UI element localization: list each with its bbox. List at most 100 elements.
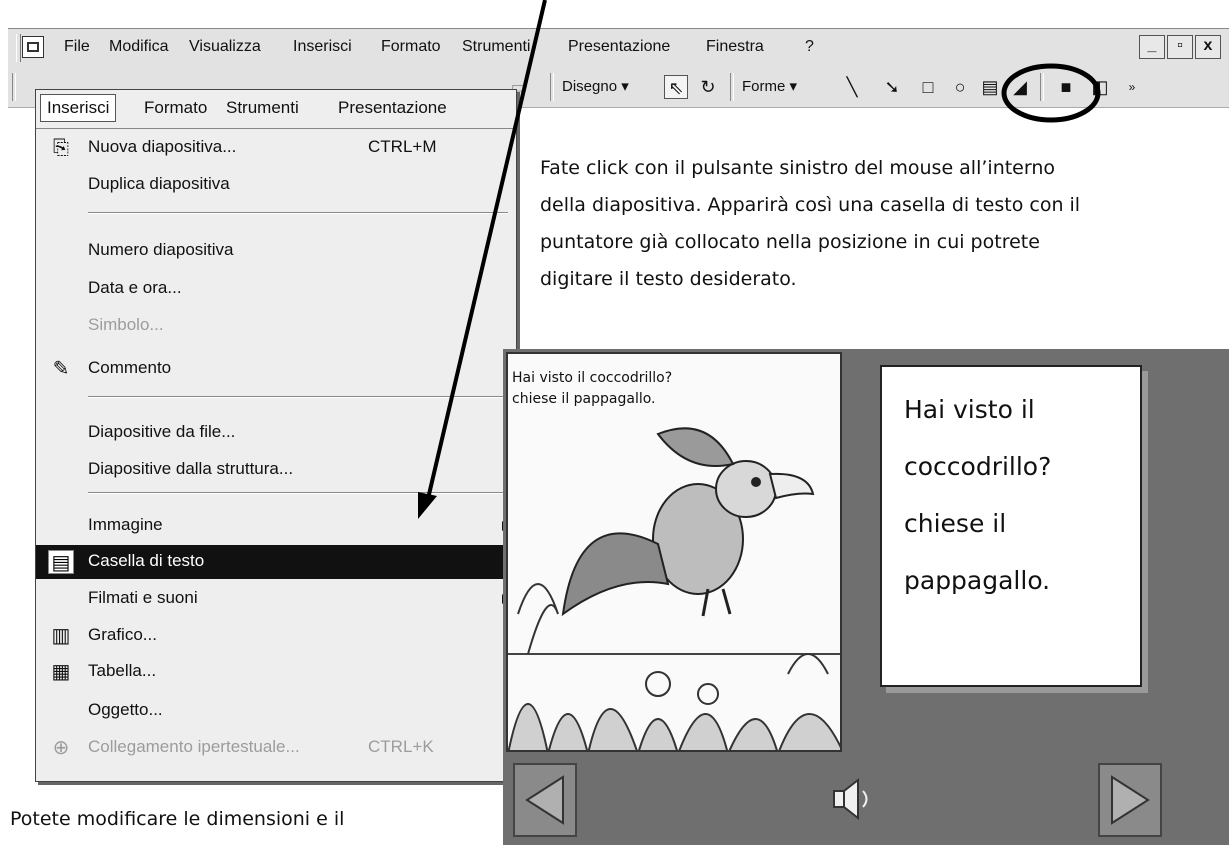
menu-bar-grip <box>16 34 21 62</box>
menu-item-tabella[interactable]: ▦ Tabella... <box>36 655 516 689</box>
right-arrow-icon <box>1111 775 1150 825</box>
instruction-line: puntatore già collocato nella posizione … <box>540 231 1040 253</box>
menu-item-label: Casella di testo <box>88 551 205 570</box>
text-box-line: coccodrillo? <box>904 452 1052 481</box>
menu-item-numero-diapositiva[interactable]: Numero diapositiva <box>36 234 516 268</box>
menu-item-nuova-diapositiva[interactable]: ⎘ Nuova diapositiva... CTRL+M <box>36 131 516 165</box>
document-icon[interactable] <box>22 36 44 58</box>
menu-divider <box>88 396 508 398</box>
menu-divider <box>88 492 508 494</box>
instruction-line: digitare il testo desiderato. <box>540 268 797 290</box>
menu-bar: File Modifica Visualizza Inserisci Forma… <box>8 28 1229 68</box>
draw-menu-button[interactable]: Disegno ▾ <box>562 77 629 95</box>
menu-item-casella-di-testo[interactable]: ▤ Casella di testo <box>36 545 516 579</box>
text-box-icon[interactable]: ▤ <box>978 75 1002 99</box>
comment-icon: ✎ <box>52 358 70 380</box>
rotate-icon[interactable]: ↻ <box>696 75 720 99</box>
menu-item-label: Grafico... <box>88 625 157 644</box>
slide-text-box[interactable]: Hai visto il coccodrillo? chiese il papp… <box>880 365 1142 687</box>
menu-item-immagine[interactable]: Immagine <box>36 509 516 543</box>
insert-menu-dropdown: Inserisci Formato Strumenti Presentazion… <box>35 89 517 782</box>
menu-item-label: Tabella... <box>88 661 157 680</box>
menu-inserisci[interactable]: Inserisci <box>293 38 352 56</box>
text-box-line: pappagallo. <box>904 566 1051 595</box>
restore-button[interactable]: ▫ <box>1167 35 1193 59</box>
chart-icon: ▥ <box>51 625 71 647</box>
menu-item-grafico[interactable]: ▥ Grafico... <box>36 619 516 653</box>
select-pointer-icon[interactable]: ⇖ <box>664 75 688 99</box>
menu-item-diapositive-struttura[interactable]: Diapositive dalla struttura... <box>36 453 516 487</box>
menu-divider <box>88 212 508 214</box>
menu-item-collegamento: ⊕ Collegamento ipertestuale... CTRL+K <box>36 731 516 765</box>
menu-item-filmati-suoni[interactable]: Filmati e suoni <box>36 582 516 616</box>
menu-finestra[interactable]: Finestra <box>706 38 764 56</box>
menu-item-label: Simbolo... <box>88 315 164 334</box>
menu-item-label: Diapositive dalla struttura... <box>88 459 294 478</box>
menu-item-label: Numero diapositiva <box>88 240 234 259</box>
menu-visualizza[interactable]: Visualizza <box>189 38 261 56</box>
dropdown-header: Inserisci Formato Strumenti Presentazion… <box>36 90 516 129</box>
menu-item-commento[interactable]: ✎ Commento <box>36 352 516 386</box>
minimize-button[interactable]: _ <box>1139 35 1165 59</box>
parrot-illustration <box>508 427 840 750</box>
menu-item-label: Nuova diapositiva... <box>88 137 237 156</box>
shadow-icon[interactable]: ■ <box>1054 75 1078 99</box>
menu-help[interactable]: ? <box>805 38 814 56</box>
menu-item-label: Oggetto... <box>88 700 163 719</box>
oval-icon[interactable]: ○ <box>948 75 972 99</box>
toolbar-grip <box>12 73 16 101</box>
menu-item-label: Filmati e suoni <box>88 588 198 607</box>
next-slide-button[interactable] <box>1098 763 1162 837</box>
menu-item-duplica-diapositiva[interactable]: Duplica diapositiva <box>36 168 516 202</box>
text-box-icon: ▤ <box>48 550 74 574</box>
menu-item-label: Commento <box>88 358 172 377</box>
text-box-line: chiese il <box>904 509 1007 538</box>
wordart-icon[interactable]: ◢ <box>1008 75 1032 99</box>
menu-inserisci-active[interactable]: Inserisci <box>40 94 117 122</box>
menu-item-shortcut: CTRL+K <box>368 737 434 756</box>
previous-slide-button[interactable] <box>513 763 577 837</box>
slide-illustration: Hai visto il coccodrillo? chiese il papp… <box>506 352 842 752</box>
hyperlink-icon: ⊕ <box>52 737 70 759</box>
3d-icon[interactable]: ◧ <box>1088 75 1112 99</box>
menu-item-diapositive-da-file[interactable]: Diapositive da file... <box>36 416 516 450</box>
slide-preview[interactable]: Hai visto il coccodrillo? chiese il papp… <box>503 349 1229 845</box>
toolbar-separator <box>1040 73 1044 101</box>
instruction-text: Fate click con il pulsante sinistro del … <box>540 150 1229 298</box>
bottom-instruction-text: Potete modificare le dimensioni e il <box>10 808 345 830</box>
menu-item-data-ora[interactable]: Data e ora... <box>36 272 516 306</box>
text-box-content: Hai visto il coccodrillo? chiese il papp… <box>904 381 1051 609</box>
close-button[interactable]: x <box>1195 35 1221 59</box>
window-controls: _ ▫ x <box>1139 35 1221 59</box>
left-arrow-icon <box>525 775 564 825</box>
menu-item-simbolo: Simbolo... <box>36 309 516 343</box>
menu-item-label: Diapositive da file... <box>88 422 236 441</box>
text-box-line: Hai visto il <box>904 395 1035 424</box>
speaker-icon[interactable] <box>828 774 876 824</box>
menu-presentazione[interactable]: Presentazione <box>338 98 447 118</box>
autoshapes-menu-button[interactable]: Forme ▾ <box>742 77 797 95</box>
menu-item-label: Data e ora... <box>88 278 182 297</box>
line-icon[interactable]: ╲ <box>840 75 864 99</box>
toolbar-separator <box>550 73 554 101</box>
toolbar-separator <box>730 73 734 101</box>
table-icon: ▦ <box>51 661 71 683</box>
menu-item-label: Collegamento ipertestuale... <box>88 737 300 756</box>
menu-formato[interactable]: Formato <box>381 38 441 56</box>
menu-item-oggetto[interactable]: Oggetto... <box>36 694 516 728</box>
instruction-line: Fate click con il pulsante sinistro del … <box>540 157 1056 179</box>
new-slide-icon: ⎘ <box>53 137 69 159</box>
menu-strumenti[interactable]: Strumenti <box>462 38 530 56</box>
menu-strumenti[interactable]: Strumenti <box>226 98 299 118</box>
menu-item-label: Duplica diapositiva <box>88 174 230 193</box>
menu-modifica[interactable]: Modifica <box>109 38 169 56</box>
menu-presentazione[interactable]: Presentazione <box>568 38 670 56</box>
arrow-tool-icon[interactable]: ➘ <box>880 75 904 99</box>
menu-file[interactable]: File <box>64 38 90 56</box>
toolbar-overflow-icon[interactable]: » <box>1120 75 1144 99</box>
menu-formato[interactable]: Formato <box>144 98 207 118</box>
instruction-line: della diapositiva. Apparirà così una cas… <box>540 194 1081 216</box>
rectangle-icon[interactable]: □ <box>916 75 940 99</box>
menu-item-label: Immagine <box>88 515 163 534</box>
menu-item-shortcut: CTRL+M <box>368 137 437 156</box>
